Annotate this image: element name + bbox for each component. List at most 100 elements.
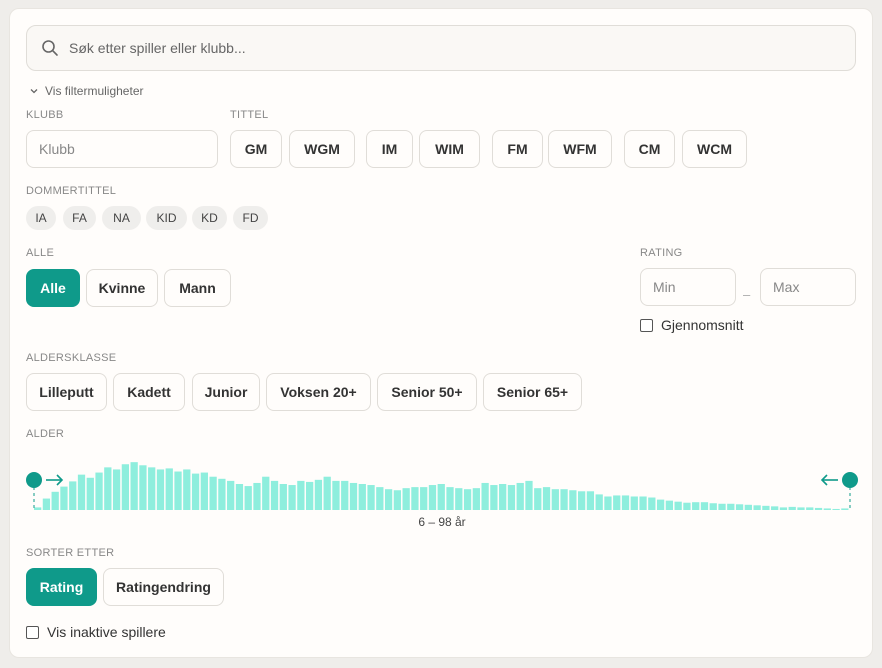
age-bar: [358, 484, 366, 510]
rating-min-input[interactable]: [640, 268, 736, 306]
dommertittel-ia-pill[interactable]: IA: [26, 206, 56, 230]
dommertittel-kd-pill[interactable]: KD: [192, 206, 227, 230]
age-bar: [270, 480, 279, 510]
age-bar: [227, 480, 235, 510]
filter-toggle[interactable]: Vis filtermuligheter: [29, 84, 143, 98]
aldersklasse-senior50-button[interactable]: Senior 50+: [377, 373, 477, 411]
aldersklasse-lilleputt-button[interactable]: Lilleputt: [26, 373, 107, 411]
chevron-down-icon: [30, 89, 38, 94]
sort-ratingendring-button[interactable]: Ratingendring: [103, 568, 224, 606]
age-bar: [656, 499, 665, 510]
age-bar: [323, 476, 331, 510]
age-bar: [595, 494, 603, 510]
age-bar: [437, 484, 445, 510]
inaktive-checkbox[interactable]: Vis inaktive spillere: [26, 624, 166, 640]
arrow-right-icon: [46, 474, 64, 486]
age-bar: [692, 502, 700, 510]
tittel-wim-button[interactable]: WIM: [419, 130, 480, 168]
age-bar: [148, 467, 156, 510]
tittel-cm-button[interactable]: CM: [624, 130, 675, 168]
age-bar: [507, 485, 516, 510]
tittel-im-button[interactable]: IM: [366, 130, 413, 168]
age-bar: [604, 496, 612, 510]
inaktive-checkbox-box[interactable]: [26, 625, 39, 639]
age-bar: [183, 469, 191, 510]
dommertittel-kid-pill[interactable]: KID: [146, 206, 187, 230]
gjennomsnitt-label: Gjennomsnitt: [661, 317, 744, 333]
age-bar: [420, 487, 428, 510]
age-bar: [367, 485, 375, 510]
tittel-wfm-button[interactable]: WFM: [548, 130, 612, 168]
aldersklasse-kadett-button[interactable]: Kadett: [113, 373, 185, 411]
age-bar: [771, 506, 779, 510]
age-bar: [428, 485, 437, 510]
inaktive-label: Vis inaktive spillere: [47, 624, 166, 640]
tittel-gm-button[interactable]: GM: [230, 130, 282, 168]
tittel-label: TITTEL: [230, 109, 269, 121]
aldersklasse-senior65-button[interactable]: Senior 65+: [483, 373, 582, 411]
tittel-wcm-button[interactable]: WCM: [682, 130, 747, 168]
sort-rating-button[interactable]: Rating: [26, 568, 97, 606]
age-bar: [165, 468, 173, 510]
age-bar: [481, 482, 489, 510]
aldersklasse-junior-button[interactable]: Junior: [192, 373, 260, 411]
age-bar: [665, 500, 674, 510]
dommertittel-fa-pill[interactable]: FA: [63, 206, 96, 230]
age-bar: [490, 485, 498, 510]
age-bar: [174, 471, 182, 510]
age-bar: [735, 504, 744, 510]
kjonn-alle-button[interactable]: Alle: [26, 269, 80, 307]
age-histogram[interactable]: [26, 445, 858, 511]
tittel-fm-button[interactable]: FM: [492, 130, 543, 168]
age-bar: [542, 487, 551, 510]
age-bar: [341, 480, 349, 510]
age-bar: [814, 507, 823, 510]
aldersklasse-voksen-button[interactable]: Voksen 20+: [266, 373, 371, 411]
age-bar: [639, 496, 647, 510]
age-bar: [683, 502, 691, 510]
filter-toggle-label: Vis filtermuligheter: [45, 84, 144, 98]
age-bar: [560, 489, 568, 510]
rating-label: RATING: [640, 247, 683, 259]
rating-max-input[interactable]: [760, 268, 856, 306]
alder-label: ALDER: [26, 428, 65, 440]
age-bar: [314, 479, 323, 510]
age-bar: [841, 508, 849, 510]
age-bar: [77, 474, 86, 510]
age-bar: [42, 498, 51, 510]
age-bar: [446, 487, 454, 510]
gjennomsnitt-checkbox-box[interactable]: [640, 318, 653, 332]
kjonn-mann-button[interactable]: Mann: [164, 269, 231, 307]
aldersklasse-label: ALDERSKLASSE: [26, 352, 117, 364]
age-bar: [349, 482, 358, 510]
age-bar: [797, 507, 805, 510]
age-bar: [218, 478, 226, 510]
age-range-label: 6 – 98 år: [418, 515, 466, 529]
age-bar: [621, 495, 630, 510]
tittel-wgm-button[interactable]: WGM: [289, 130, 355, 168]
gjennomsnitt-checkbox[interactable]: Gjennomsnitt: [640, 317, 743, 333]
search-bar[interactable]: [26, 25, 856, 71]
age-bar: [499, 484, 507, 510]
age-bar: [709, 503, 717, 510]
age-bar: [402, 488, 410, 510]
kjonn-label: ALLE: [26, 247, 55, 259]
klubb-input[interactable]: [26, 130, 218, 168]
sortering-label: SORTER ETTER: [26, 547, 115, 559]
klubb-label: KLUBB: [26, 109, 64, 121]
age-min-handle[interactable]: [26, 472, 42, 488]
dommertittel-na-pill[interactable]: NA: [102, 206, 141, 230]
dommertittel-fd-pill[interactable]: FD: [233, 206, 268, 230]
age-bar: [569, 490, 577, 510]
age-bar: [306, 481, 314, 510]
search-input[interactable]: [69, 40, 829, 56]
age-max-handle[interactable]: [842, 472, 858, 488]
age-bar: [806, 507, 814, 510]
arrow-left-icon: [820, 474, 838, 486]
age-bar: [727, 503, 735, 510]
age-bar: [209, 476, 217, 510]
dommertittel-label: DOMMERTITTEL: [26, 185, 117, 197]
age-bar: [823, 508, 831, 510]
age-bar: [613, 495, 621, 510]
kjonn-kvinne-button[interactable]: Kvinne: [86, 269, 158, 307]
